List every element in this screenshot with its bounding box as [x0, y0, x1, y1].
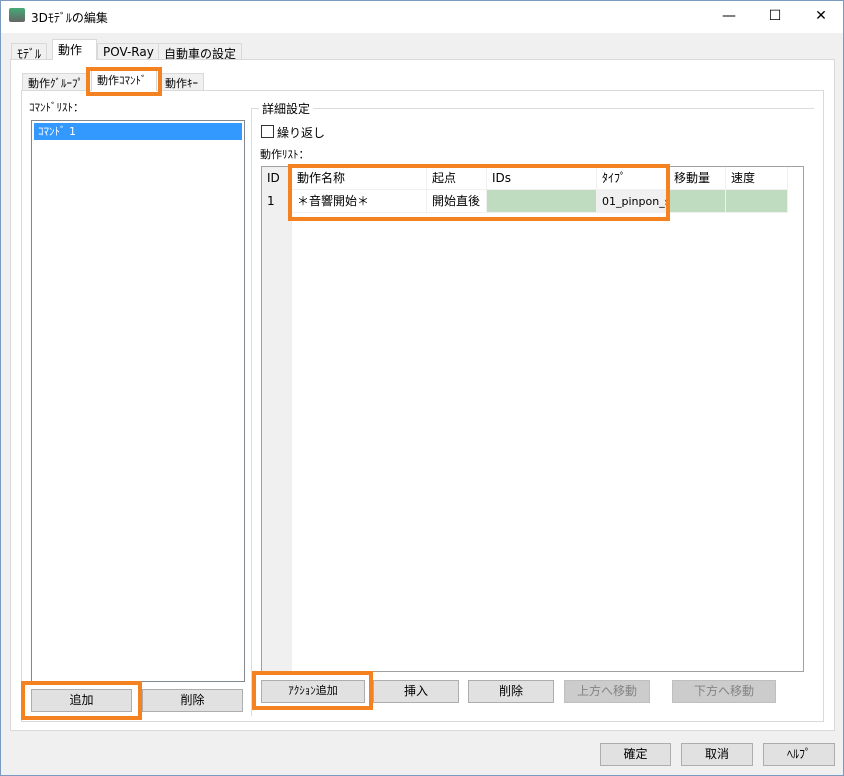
details-group-label: 詳細設定 — [259, 100, 314, 117]
move-up-button[interactable]: 上方へ移動 — [564, 680, 650, 703]
window-title: 3Dﾓﾃﾞﾙの編集 — [31, 11, 108, 25]
cell-speed[interactable] — [726, 190, 788, 213]
app-icon — [9, 8, 25, 22]
highlight-grid-columns — [288, 164, 670, 221]
highlight-subtab — [86, 67, 162, 96]
highlight-add-action — [252, 671, 373, 710]
delete-command-button[interactable]: 削除 — [142, 689, 243, 712]
move-down-button[interactable]: 下方へ移動 — [672, 680, 776, 703]
tab-motion[interactable]: 動作 — [52, 39, 97, 60]
insert-button[interactable]: 挿入 — [373, 680, 459, 703]
command-list-label: ｺﾏﾝﾄﾞﾘｽﾄ： — [29, 101, 84, 114]
cancel-button[interactable]: 取消 — [681, 743, 753, 766]
subtab-motion-key[interactable]: 動作ｷｰ — [159, 73, 204, 91]
repeat-label: 繰り返し — [277, 126, 326, 140]
action-list-label: 動作ﾘｽﾄ： — [260, 148, 310, 161]
close-button[interactable]: ✕ — [798, 1, 844, 32]
minimize-button[interactable]: — — [706, 1, 752, 32]
command-listbox[interactable]: ｺﾏﾝﾄﾞ 1 — [31, 120, 245, 682]
maximize-button[interactable]: ☐ — [752, 1, 798, 32]
col-header-distance[interactable]: 移動量 — [669, 167, 726, 190]
delete-action-button[interactable]: 削除 — [468, 680, 554, 703]
row-header-column — [262, 167, 292, 671]
repeat-checkbox[interactable] — [261, 125, 274, 138]
col-header-speed[interactable]: 速度 — [726, 167, 788, 190]
subtab-motion-group[interactable]: 動作ｸﾞﾙｰﾌﾟ — [22, 73, 89, 91]
highlight-add — [21, 681, 142, 720]
cell-distance[interactable] — [669, 190, 726, 213]
action-grid[interactable]: ID 動作名称 起点 IDs ﾀｲﾌﾟ 移動量 速度 1 ＊音響開始＊ 開始直後… — [261, 166, 804, 672]
ok-button[interactable]: 確定 — [600, 743, 671, 766]
help-button[interactable]: ﾍﾙﾌﾟ — [763, 743, 835, 766]
command-list-item[interactable]: ｺﾏﾝﾄﾞ 1 — [34, 123, 242, 140]
